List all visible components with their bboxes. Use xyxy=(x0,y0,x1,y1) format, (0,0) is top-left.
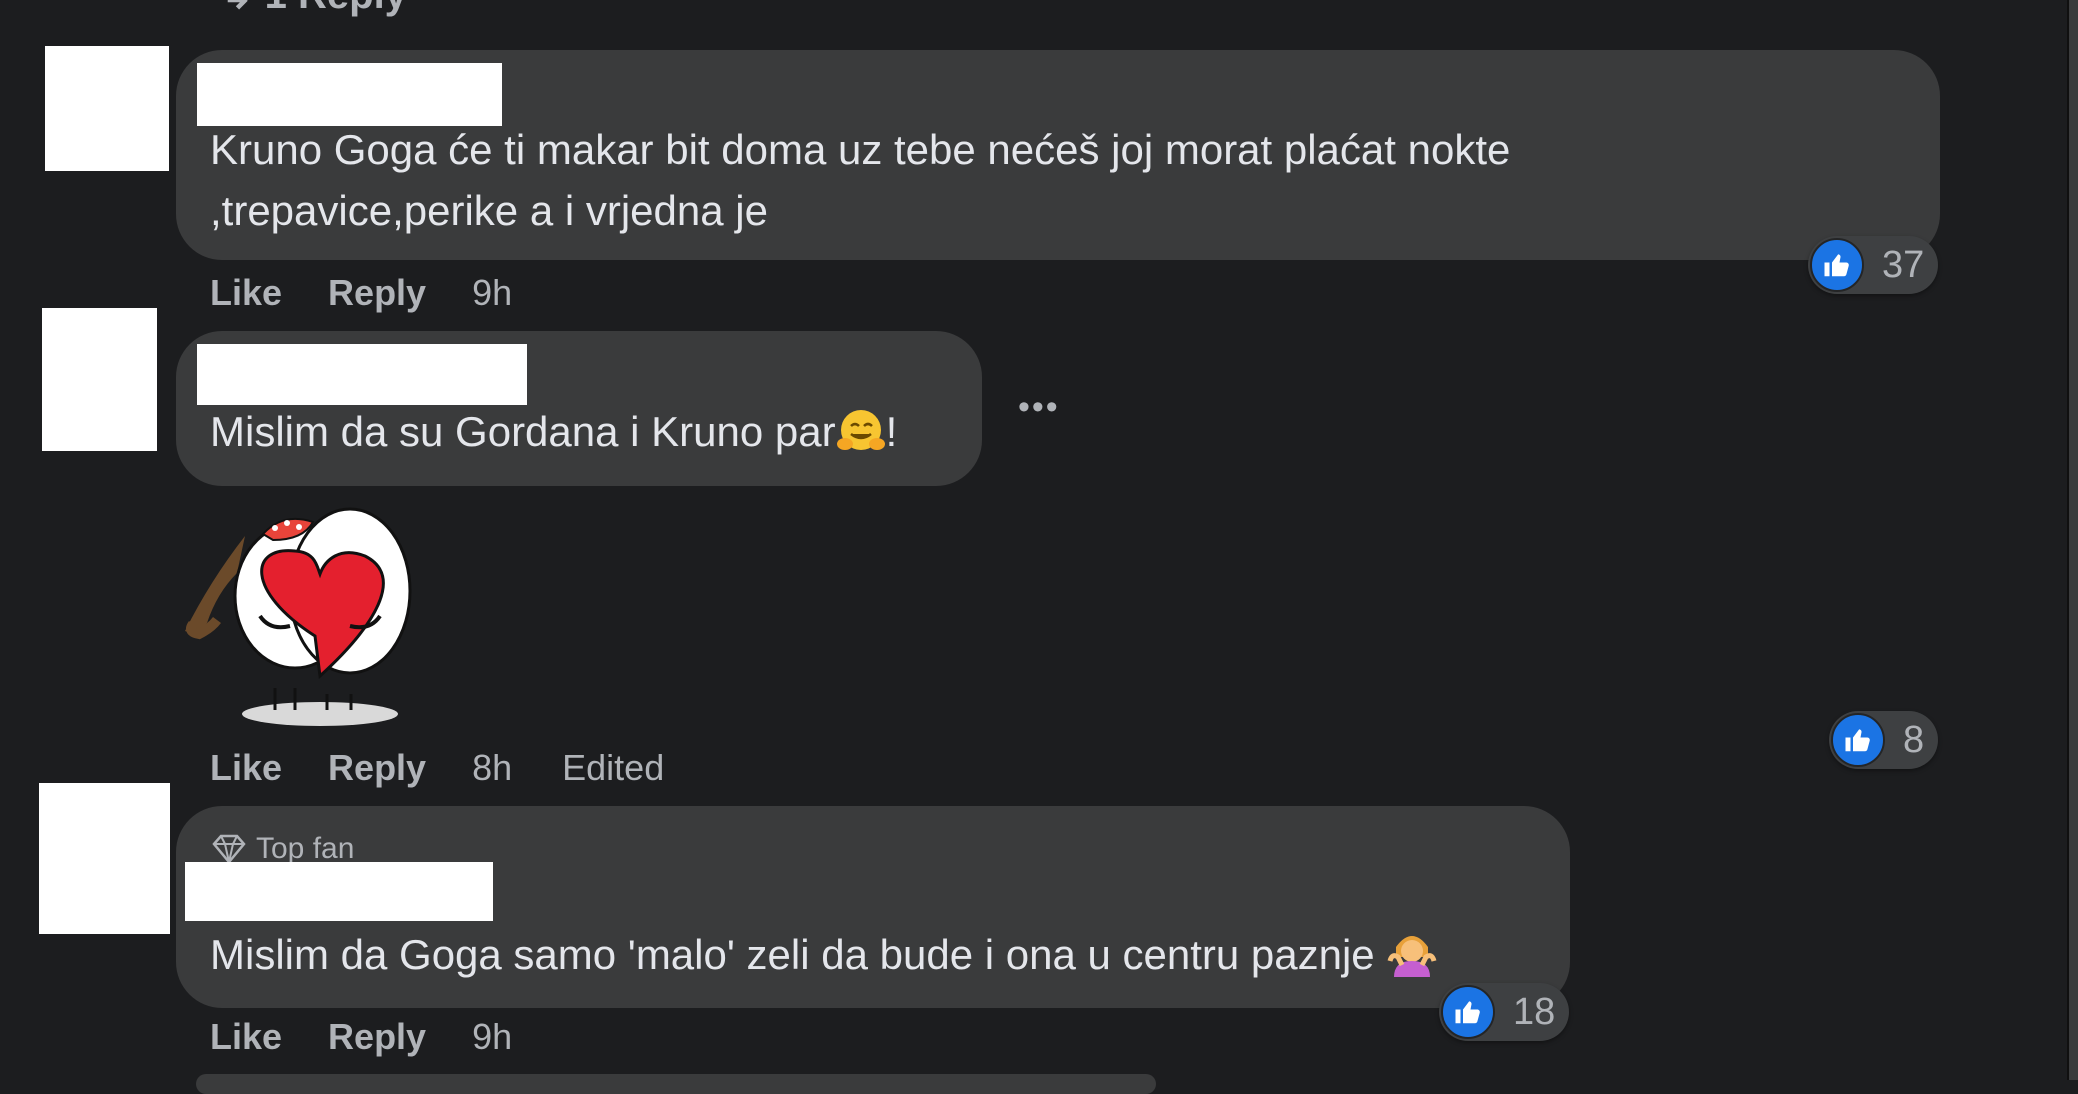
reaction-summary[interactable]: 18 xyxy=(1439,983,1570,1041)
window-scrollbar[interactable] xyxy=(2067,0,2078,1080)
reaction-count: 37 xyxy=(1882,243,1925,286)
avatar[interactable] xyxy=(42,308,157,451)
timestamp[interactable]: 9h xyxy=(472,1016,512,1057)
reaction-summary[interactable]: 8 xyxy=(1829,711,1939,769)
reply-button[interactable]: Reply xyxy=(328,1016,426,1057)
comment-text-line: Kruno Goga će ti makar bit doma uz tebe … xyxy=(210,126,1511,173)
more-options-icon[interactable]: ••• xyxy=(1018,388,1060,427)
thumbs-up-icon xyxy=(1810,238,1864,292)
person-shrugging-emoji-icon xyxy=(1386,927,1438,995)
like-button[interactable]: Like xyxy=(210,1016,282,1057)
reply-button[interactable]: Reply xyxy=(328,272,426,313)
next-comment-bubble xyxy=(196,1074,1156,1094)
author-name[interactable] xyxy=(197,344,527,405)
top-fan-badge[interactable]: Top fan xyxy=(212,832,354,866)
reaction-count: 18 xyxy=(1513,990,1556,1033)
comment-text: Mislim da su Gordana i Kruno par ! xyxy=(210,402,897,472)
thumbs-up-icon xyxy=(1441,985,1495,1039)
reply-arrow-icon: ↳ xyxy=(220,0,265,17)
comment-actions: Like Reply 8h Edited xyxy=(210,746,710,790)
reaction-summary[interactable]: 37 xyxy=(1808,236,1939,294)
comment-text-line: ,trepavice,perike a i vrjedna je xyxy=(210,187,768,234)
diamond-icon xyxy=(212,834,246,864)
timestamp[interactable]: 8h xyxy=(472,747,512,788)
timestamp[interactable]: 9h xyxy=(472,272,512,313)
like-button[interactable]: Like xyxy=(210,272,282,313)
thumbs-up-icon xyxy=(1831,713,1885,767)
view-replies-link[interactable]: ↳ 1 Reply xyxy=(220,0,407,18)
comment-actions: Like Reply 9h xyxy=(210,1015,562,1059)
author-name[interactable] xyxy=(185,862,493,921)
avatar[interactable] xyxy=(45,46,169,171)
hugging-face-emoji-icon xyxy=(836,406,886,472)
comment-actions: Like Reply 9h xyxy=(210,271,562,315)
reply-button[interactable]: Reply xyxy=(328,747,426,788)
edited-label[interactable]: Edited xyxy=(562,747,664,788)
heart-hug-sticker xyxy=(175,496,425,731)
comment-text: Mislim da Goga samo 'malo' zeli da bude … xyxy=(210,925,1438,995)
like-button[interactable]: Like xyxy=(210,747,282,788)
reaction-count: 8 xyxy=(1903,718,1925,761)
author-name[interactable] xyxy=(197,63,502,126)
avatar[interactable] xyxy=(39,783,170,934)
